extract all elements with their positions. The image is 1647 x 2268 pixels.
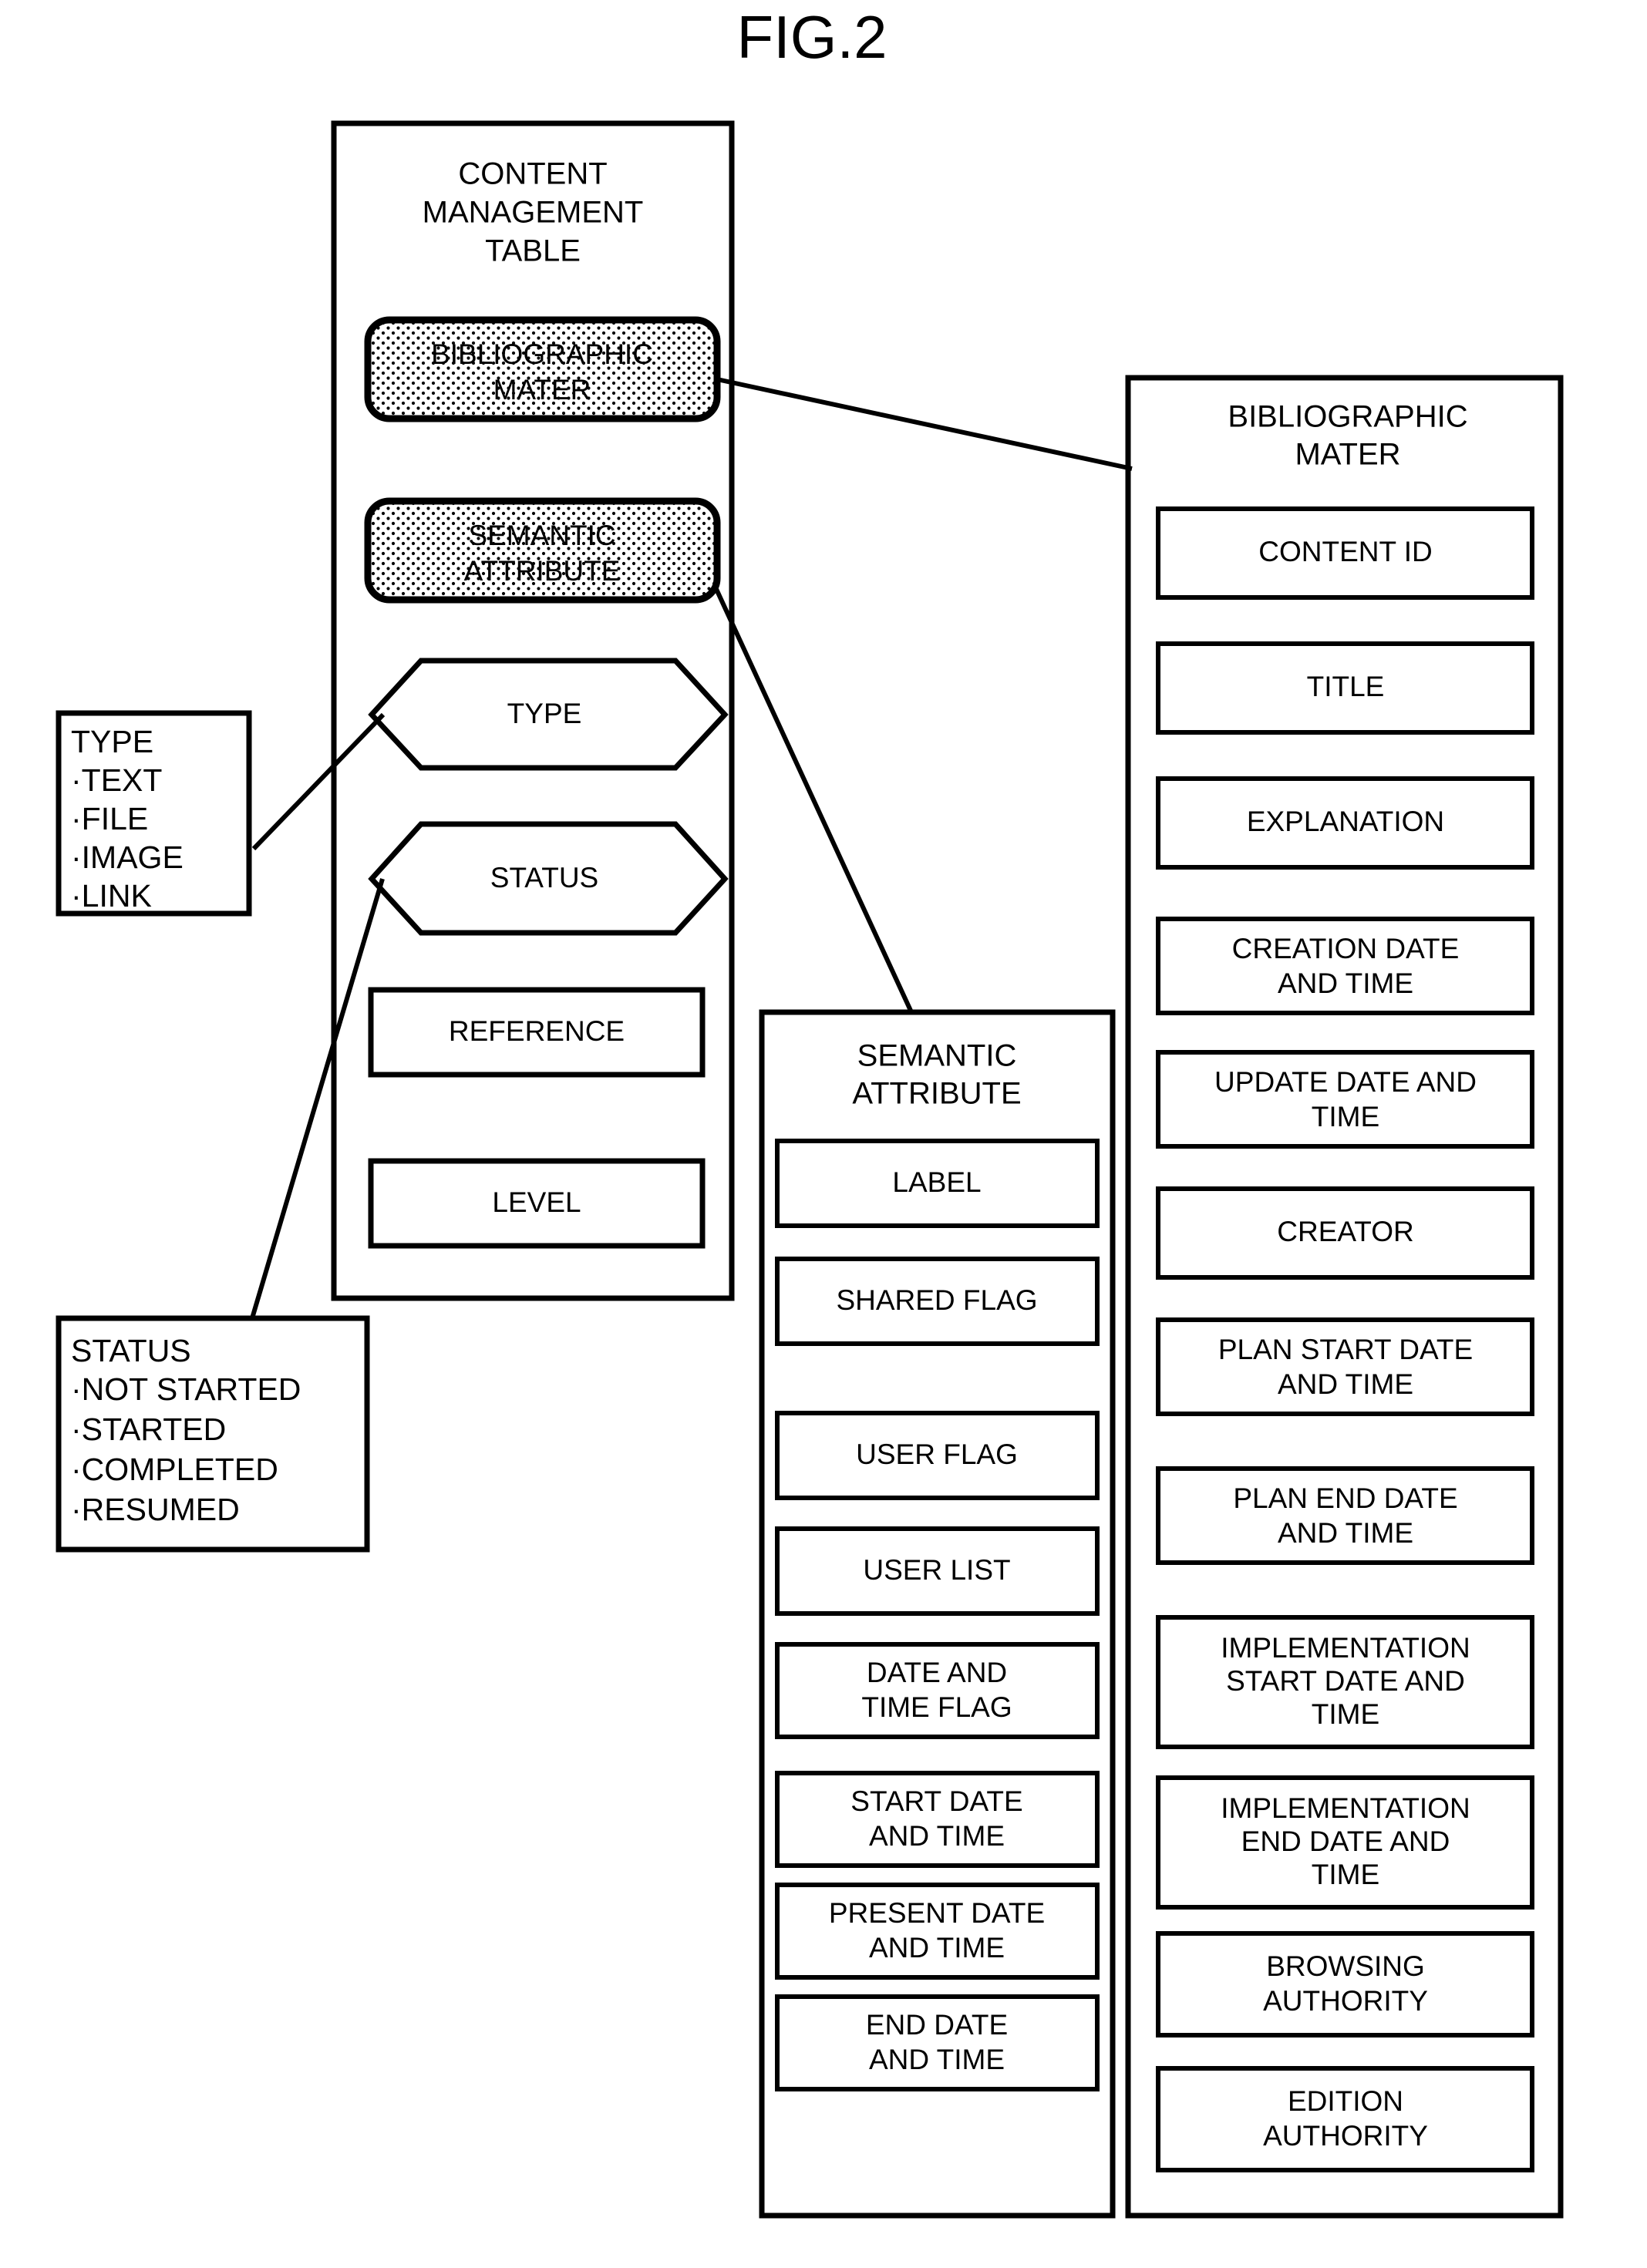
bmt-field-implementation-end-date-and-time-line-2: TIME	[1312, 1859, 1379, 1890]
bmt-field-title-line-0: TITLE	[1307, 671, 1385, 702]
figure-title: FIG.2	[736, 3, 887, 71]
sat-field-present-date-and-time[interactable]: PRESENT DATE AND TIME	[775, 1883, 1100, 1980]
sat-field-present-date-and-time-line-1: AND TIME	[869, 1932, 1005, 1963]
bmt-field-content-id[interactable]: CONTENT ID	[1156, 506, 1534, 600]
sat-field-end-date-and-time-line-1: AND TIME	[869, 2044, 1005, 2075]
connector-bibliographic-mater	[716, 377, 1133, 471]
status-legend-item-3: ·RESUMED	[71, 1492, 240, 1527]
bmt-field-creator-line-0: CREATOR	[1277, 1216, 1413, 1247]
sat-field-start-date-and-time-line-0: START DATE	[850, 1785, 1022, 1817]
content-management-table-title-line-2: MANAGEMENT	[423, 196, 644, 230]
sat-field-end-date-and-time-line-0: END DATE	[866, 2009, 1008, 2041]
cmt-field-level-label: LEVEL	[492, 1186, 581, 1218]
bmt-field-edition-authority-line-1: AUTHORITY	[1263, 2120, 1428, 2152]
bmt-field-creation-date-and-time-line-1: AND TIME	[1278, 967, 1413, 999]
cmt-field-bibliographic-mater[interactable]: BIBLIOGRAPHIC MATER	[364, 316, 721, 422]
status-legend-item-0: ·NOT STARTED	[71, 1371, 301, 1407]
bmt-field-plan-start-date-and-time-line-1: AND TIME	[1278, 1368, 1413, 1400]
connector-semantic-attribute	[713, 586, 914, 1014]
type-legend-title: TYPE	[71, 724, 153, 759]
bmt-field-plan-start-date-and-time-line-0: PLAN START DATE	[1218, 1334, 1473, 1365]
content-management-table[interactable]: CONTENT MANAGEMENT TABLE BIBLIOGRAPHIC M…	[331, 120, 735, 1301]
status-legend[interactable]: STATUS ·NOT STARTED ·STARTED ·COMPLETED …	[56, 1315, 370, 1553]
bmt-field-browsing-authority[interactable]: BROWSING AUTHORITY	[1156, 1931, 1534, 2037]
sat-field-user-flag[interactable]: USER FLAG	[775, 1411, 1100, 1500]
bmt-field-explanation-line-0: EXPLANATION	[1247, 806, 1444, 837]
sat-field-end-date-and-time[interactable]: END DATE AND TIME	[775, 1994, 1100, 2091]
sat-field-date-and-time-flag-line-1: TIME FLAG	[861, 1691, 1012, 1723]
cmt-field-semantic-attribute-line-1: SEMANTIC	[468, 520, 615, 551]
cmt-field-bibliographic-mater-line-2: MATER	[493, 374, 591, 405]
cmt-field-reference-label: REFERENCE	[449, 1015, 625, 1047]
sat-field-label-line-0: LABEL	[892, 1166, 981, 1198]
bmt-field-plan-end-date-and-time[interactable]: PLAN END DATE AND TIME	[1156, 1466, 1534, 1565]
bmt-field-explanation[interactable]: EXPLANATION	[1156, 776, 1534, 870]
bmt-field-creation-date-and-time-line-0: CREATION DATE	[1232, 933, 1460, 964]
bmt-field-update-date-and-time-line-0: UPDATE DATE AND	[1214, 1066, 1477, 1098]
status-legend-title: STATUS	[71, 1333, 191, 1368]
sat-field-present-date-and-time-line-0: PRESENT DATE	[829, 1897, 1045, 1929]
bmt-field-update-date-and-time-line-1: TIME	[1312, 1101, 1379, 1132]
bmt-field-implementation-end-date-and-time-line-1: END DATE AND	[1241, 1826, 1450, 1857]
status-legend-item-2: ·COMPLETED	[71, 1452, 278, 1487]
semantic-attribute-table-title-line-1: SEMANTIC	[857, 1039, 1017, 1073]
sat-field-start-date-and-time[interactable]: START DATE AND TIME	[775, 1771, 1100, 1868]
content-management-table-title-line-1: CONTENT	[458, 157, 607, 191]
bmt-field-implementation-start-date-and-time-line-0: IMPLEMENTATION	[1221, 1632, 1470, 1664]
bmt-field-title[interactable]: TITLE	[1156, 641, 1534, 735]
bmt-field-browsing-authority-line-1: AUTHORITY	[1263, 1985, 1428, 2017]
sat-field-user-list-line-0: USER LIST	[863, 1554, 1010, 1586]
bibliographic-mater-table-title-line-2: MATER	[1295, 438, 1400, 472]
bibliographic-mater-table[interactable]: BIBLIOGRAPHIC MATER CONTENT ID TITLE EXP…	[1125, 375, 1564, 2219]
bmt-field-plan-end-date-and-time-line-0: PLAN END DATE	[1233, 1482, 1457, 1514]
bmt-field-implementation-end-date-and-time[interactable]: IMPLEMENTATION END DATE AND TIME	[1156, 1775, 1534, 1910]
cmt-field-type-label: TYPE	[507, 698, 582, 729]
bmt-field-edition-authority-line-0: EDITION	[1288, 2085, 1403, 2117]
semantic-attribute-table-title-line-2: ATTRIBUTE	[852, 1077, 1021, 1111]
bmt-field-creator[interactable]: CREATOR	[1156, 1186, 1534, 1280]
content-management-table-title-line-3: TABLE	[485, 234, 581, 268]
bmt-field-content-id-line-0: CONTENT ID	[1258, 536, 1432, 567]
type-legend-item-1: ·FILE	[71, 801, 148, 836]
semantic-attribute-table[interactable]: SEMANTIC ATTRIBUTE LABEL SHARED FLAG USE…	[759, 1009, 1116, 2219]
sat-field-user-list[interactable]: USER LIST	[775, 1526, 1100, 1616]
cmt-field-reference[interactable]: REFERENCE	[368, 987, 706, 1078]
bmt-field-creation-date-and-time[interactable]: CREATION DATE AND TIME	[1156, 917, 1534, 1015]
bmt-field-implementation-start-date-and-time-line-1: START DATE AND	[1226, 1665, 1465, 1697]
sat-field-user-flag-line-0: USER FLAG	[856, 1439, 1018, 1470]
connector-status-legend	[250, 878, 385, 1319]
patent-figure-2: FIG.2 CONTENT MANAGEMENT TABLE BIBLIOGRA…	[0, 0, 1647, 2268]
bibliographic-mater-table-title-line-1: BIBLIOGRAPHIC	[1228, 400, 1467, 434]
cmt-field-level[interactable]: LEVEL	[368, 1158, 706, 1249]
bmt-field-implementation-start-date-and-time-line-2: TIME	[1312, 1698, 1379, 1730]
type-legend-item-2: ·IMAGE	[71, 840, 184, 875]
cmt-field-bibliographic-mater-line-1: BIBLIOGRAPHIC	[431, 338, 653, 370]
cmt-field-status[interactable]: STATUS	[368, 821, 729, 936]
cmt-field-status-label: STATUS	[490, 862, 598, 893]
sat-field-label[interactable]: LABEL	[775, 1139, 1100, 1228]
bmt-field-browsing-authority-line-0: BROWSING	[1266, 1950, 1425, 1982]
bmt-field-edition-authority[interactable]: EDITION AUTHORITY	[1156, 2066, 1534, 2172]
sat-field-date-and-time-flag-line-0: DATE AND	[867, 1657, 1007, 1688]
connector-type-legend	[251, 712, 386, 851]
sat-field-date-and-time-flag[interactable]: DATE AND TIME FLAG	[775, 1642, 1100, 1739]
sat-field-start-date-and-time-line-1: AND TIME	[869, 1820, 1005, 1852]
bmt-field-implementation-start-date-and-time[interactable]: IMPLEMENTATION START DATE AND TIME	[1156, 1615, 1534, 1749]
bmt-field-plan-end-date-and-time-line-1: AND TIME	[1278, 1517, 1413, 1549]
cmt-field-semantic-attribute-line-2: ATTRIBUTE	[464, 555, 621, 587]
sat-field-shared-flag-line-0: SHARED FLAG	[836, 1284, 1037, 1316]
cmt-field-type[interactable]: TYPE	[368, 658, 729, 771]
sat-field-shared-flag[interactable]: SHARED FLAG	[775, 1257, 1100, 1346]
bmt-field-plan-start-date-and-time[interactable]: PLAN START DATE AND TIME	[1156, 1317, 1534, 1416]
status-legend-item-1: ·STARTED	[71, 1412, 226, 1447]
cmt-field-semantic-attribute[interactable]: SEMANTIC ATTRIBUTE	[364, 497, 721, 604]
type-legend[interactable]: TYPE ·TEXT ·FILE ·IMAGE ·LINK	[56, 710, 252, 917]
type-legend-item-3: ·LINK	[71, 878, 152, 914]
diagram-canvas: FIG.2 CONTENT MANAGEMENT TABLE BIBLIOGRA…	[56, 3, 1564, 2219]
type-legend-item-0: ·TEXT	[71, 762, 162, 798]
bibliographic-mater-table-frame	[1125, 375, 1564, 2219]
bmt-field-update-date-and-time[interactable]: UPDATE DATE AND TIME	[1156, 1050, 1534, 1149]
bmt-field-implementation-end-date-and-time-line-0: IMPLEMENTATION	[1221, 1792, 1470, 1824]
